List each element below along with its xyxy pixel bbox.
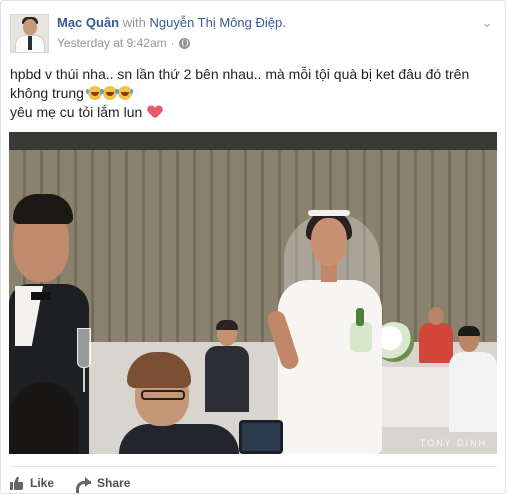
like-label: Like xyxy=(30,476,55,490)
post-header: Mạc Quân with Nguyễn Thị Mông Điệp. xyxy=(57,14,286,31)
caption-line-3: yêu mẹ cu tỏi lắm lun xyxy=(10,104,143,120)
guest-body xyxy=(419,323,453,363)
post-meta: Yesterday at 9:42am · xyxy=(57,36,190,50)
caption-line-2-row: không trung xyxy=(10,84,490,103)
guest-body xyxy=(449,352,497,432)
post-timestamp-link[interactable]: Yesterday at 9:42am xyxy=(57,36,167,50)
photo-watermark: TONY DINH xyxy=(419,438,487,448)
bride-tiara xyxy=(308,210,350,216)
guest-hair xyxy=(216,320,238,330)
chevron-down-icon[interactable]: ⌄ xyxy=(479,14,495,30)
groom-hair xyxy=(13,194,73,224)
caption-line-1: hpbd v thúi nha.. sn lần thứ 2 bên nhau.… xyxy=(10,66,470,82)
photo-guest-foreground xyxy=(9,382,79,454)
post-photo[interactable]: TONY DINH xyxy=(9,132,497,454)
share-button[interactable]: Share xyxy=(76,476,131,493)
laughing-tears-emoji-icon xyxy=(85,86,102,100)
globe-icon[interactable] xyxy=(178,37,190,49)
bride-face xyxy=(311,218,347,266)
caption-line-2: không trung xyxy=(10,85,84,101)
facebook-post: Mạc Quân with Nguyễn Thị Mông Điệp. Yest… xyxy=(0,0,506,494)
post-actions: Like Share xyxy=(10,473,130,493)
meta-separator: · xyxy=(170,36,175,50)
groom-bowtie xyxy=(31,292,51,300)
author-avatar[interactable] xyxy=(10,14,49,53)
photo-guest-glasses xyxy=(119,352,239,454)
photo-champagne-glass xyxy=(75,328,93,400)
guest-head xyxy=(428,307,444,325)
photo-guest-white xyxy=(449,326,497,438)
guest-body xyxy=(119,424,239,454)
heart-emoji-icon xyxy=(148,106,162,119)
share-label: Share xyxy=(97,476,131,490)
share-arrow-icon xyxy=(76,476,92,493)
guest-eyeglasses xyxy=(141,390,185,400)
laughing-tears-emoji-icon xyxy=(115,86,132,100)
avatar-tie xyxy=(28,36,32,50)
with-text: with xyxy=(122,15,146,30)
photo-ceiling xyxy=(9,132,497,150)
thumbs-up-icon xyxy=(10,476,24,490)
photo-bride xyxy=(264,210,394,454)
author-name-link[interactable]: Mạc Quân xyxy=(57,15,119,30)
caption-line-3-row: yêu mẹ cu tỏi lắm lun xyxy=(10,103,490,122)
glass-stem xyxy=(83,368,85,392)
avatar-head xyxy=(23,19,37,35)
guest-hair xyxy=(127,352,191,388)
like-button[interactable]: Like xyxy=(10,476,54,490)
guest-hair xyxy=(458,326,480,336)
laughing-tears-emoji-icon xyxy=(100,86,117,100)
tagged-user-link[interactable]: Nguyễn Thị Mông Điệp. xyxy=(150,15,286,30)
actions-divider xyxy=(10,466,498,467)
glass-cup xyxy=(77,328,91,368)
photo-phone xyxy=(239,420,283,454)
bride-bouquet xyxy=(350,308,372,352)
post-caption: hpbd v thúi nha.. sn lần thứ 2 bên nhau.… xyxy=(10,65,490,122)
